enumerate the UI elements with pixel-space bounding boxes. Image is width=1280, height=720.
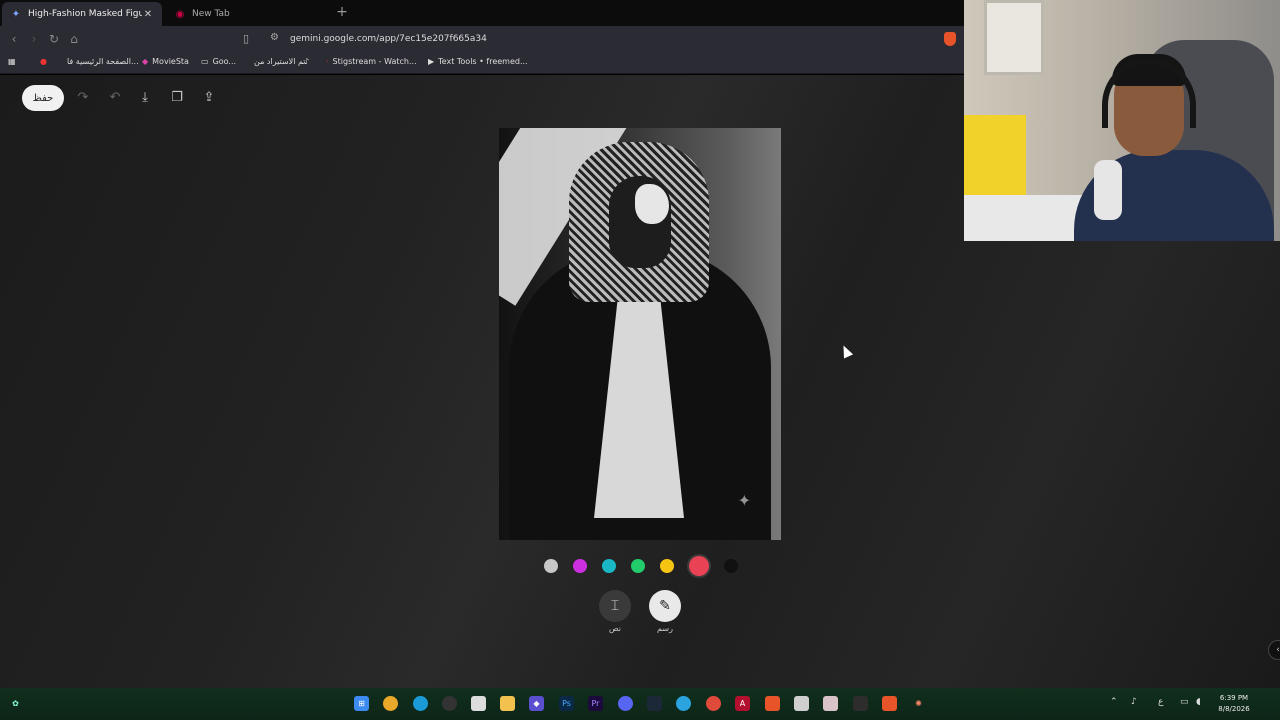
redo-icon[interactable]: ↷ bbox=[75, 89, 91, 105]
color-swatches bbox=[544, 556, 738, 576]
color-swatch[interactable] bbox=[724, 559, 738, 573]
steam-icon[interactable] bbox=[647, 696, 662, 711]
share-icon[interactable]: ⇪ bbox=[201, 89, 217, 105]
bookmark-item[interactable]: · Stigstream - Watch... bbox=[326, 57, 417, 66]
discord-icon[interactable] bbox=[618, 696, 633, 711]
clock-date: 8/8/2026 bbox=[1218, 705, 1250, 713]
draw-tool-icon: ✎ bbox=[659, 598, 671, 614]
tab-title: New Tab bbox=[192, 9, 230, 19]
edge-icon[interactable] bbox=[413, 696, 428, 711]
telegram-icon[interactable] bbox=[676, 696, 691, 711]
start-icon[interactable]: ⊞ bbox=[354, 696, 369, 711]
webcam-microphone bbox=[1094, 160, 1122, 220]
brave-icon[interactable] bbox=[765, 696, 780, 711]
bookmark-item[interactable]: ◆ MovieSta bbox=[142, 57, 189, 66]
tab-bar: ✦ High-Fashion Masked Figure Edi ✕ ◉ New… bbox=[0, 0, 964, 26]
webcam-overlay bbox=[964, 0, 1280, 241]
color-swatch[interactable] bbox=[631, 559, 645, 573]
volume-icon[interactable]: ◖ bbox=[1196, 697, 1201, 707]
brave-shield-icon[interactable] bbox=[944, 32, 956, 46]
obs-icon[interactable] bbox=[442, 696, 457, 711]
acrobat-icon[interactable]: A bbox=[735, 696, 750, 711]
reload-icon[interactable]: ↻ bbox=[44, 32, 64, 46]
close-tab-icon[interactable]: ✕ bbox=[142, 9, 154, 20]
play-icon: ▶ bbox=[428, 57, 435, 66]
widgets-icon[interactable]: ✿ bbox=[8, 696, 23, 711]
download-icon[interactable]: ⤓ bbox=[137, 89, 153, 105]
microphone-icon[interactable]: ♪ bbox=[1131, 697, 1137, 707]
gemini-sparkle-icon: ✦ bbox=[11, 8, 21, 20]
app-icon[interactable] bbox=[794, 696, 809, 711]
draw-mode-label: رسم bbox=[657, 624, 673, 633]
color-swatch[interactable] bbox=[602, 559, 616, 573]
file-explorer-icon[interactable] bbox=[500, 696, 515, 711]
edited-image[interactable]: ✦ bbox=[499, 128, 781, 540]
folder-icon: ▭ bbox=[201, 57, 209, 66]
back-icon[interactable]: ‹ bbox=[4, 32, 24, 46]
chrome-icon[interactable] bbox=[383, 696, 398, 711]
tiktok-icon: ♪ bbox=[304, 57, 310, 66]
forward-icon[interactable]: › bbox=[24, 32, 44, 46]
tab-new-tab[interactable]: ◉ New Tab bbox=[166, 2, 326, 26]
taskbar bbox=[0, 688, 1280, 720]
url-field[interactable]: gemini.google.com/app/7ec15e207f665a34 bbox=[290, 34, 487, 44]
moviesta-icon: ◆ bbox=[142, 57, 149, 66]
clock[interactable]: 6:39 PM 8/8/2026 bbox=[1212, 693, 1256, 715]
save-button[interactable]: حفظ bbox=[22, 85, 64, 111]
app-icon[interactable] bbox=[823, 696, 838, 711]
bookmark-icon[interactable]: ▯ bbox=[243, 32, 249, 45]
webcam-window bbox=[984, 0, 1044, 75]
figure-mask bbox=[635, 184, 669, 224]
text-mode-button[interactable]: ⌶ bbox=[599, 590, 631, 622]
bookmark-item[interactable]: ● الصفحة الرئيسية فا... bbox=[40, 57, 139, 66]
bookmark-item[interactable]: ♪ bbox=[304, 57, 309, 66]
address-bar-row: ‹ › ↻ ⌂ ▯ ⚙ gemini.google.com/app/7ec15e… bbox=[0, 26, 964, 52]
app-icon[interactable] bbox=[853, 696, 868, 711]
bookmark-folder[interactable]: ▭ Goo... bbox=[201, 57, 236, 66]
copy-icon[interactable]: ❐ bbox=[169, 89, 185, 105]
color-swatch[interactable] bbox=[660, 559, 674, 573]
color-swatch[interactable] bbox=[544, 559, 558, 573]
tab-title: High-Fashion Masked Figure Edi bbox=[28, 9, 142, 19]
site-settings-icon[interactable]: ⚙ bbox=[270, 32, 279, 43]
app-icon[interactable]: ✺ bbox=[911, 696, 926, 711]
bookmark-item[interactable]: تم الاستيراد من bbox=[254, 57, 306, 66]
store-icon[interactable] bbox=[471, 696, 486, 711]
undo-icon[interactable]: ↶ bbox=[107, 89, 123, 105]
draw-mode-button[interactable]: ✎ bbox=[649, 590, 681, 622]
photoshop-icon[interactable]: Ps bbox=[559, 696, 574, 711]
input-language[interactable]: ع bbox=[1158, 697, 1163, 707]
browser-logo-icon: ◉ bbox=[175, 8, 185, 20]
bookmarks-bar: ▦ ● الصفحة الرئيسية فا... ◆ MovieSta ▭ Goo.… bbox=[0, 52, 964, 74]
apps-grid-icon[interactable]: ▦ bbox=[8, 57, 16, 66]
clock-time: 6:39 PM bbox=[1219, 694, 1249, 702]
tray-overflow-icon[interactable]: ⌃ bbox=[1110, 697, 1118, 707]
dot-icon: · bbox=[326, 57, 329, 66]
network-icon[interactable]: ▭ bbox=[1180, 697, 1189, 707]
app-icon[interactable]: ◆ bbox=[529, 696, 544, 711]
text-mode-label: نص bbox=[608, 624, 622, 633]
bookmark-item[interactable]: ▶ Text Tools • freemed... bbox=[428, 57, 528, 66]
pin-icon: ● bbox=[40, 57, 47, 66]
new-tab-button[interactable]: + bbox=[334, 4, 350, 20]
gemini-watermark-icon: ✦ bbox=[737, 491, 751, 510]
text-tool-icon: ⌶ bbox=[610, 598, 620, 614]
app-icon[interactable] bbox=[706, 696, 721, 711]
color-swatch[interactable] bbox=[573, 559, 587, 573]
color-swatch[interactable] bbox=[689, 556, 709, 576]
brave-icon[interactable] bbox=[882, 696, 897, 711]
home-icon[interactable]: ⌂ bbox=[64, 32, 84, 46]
webcam-desk bbox=[964, 195, 1084, 241]
premiere-icon[interactable]: Pr bbox=[588, 696, 603, 711]
tab-gemini[interactable]: ✦ High-Fashion Masked Figure Edi ✕ bbox=[2, 2, 162, 26]
